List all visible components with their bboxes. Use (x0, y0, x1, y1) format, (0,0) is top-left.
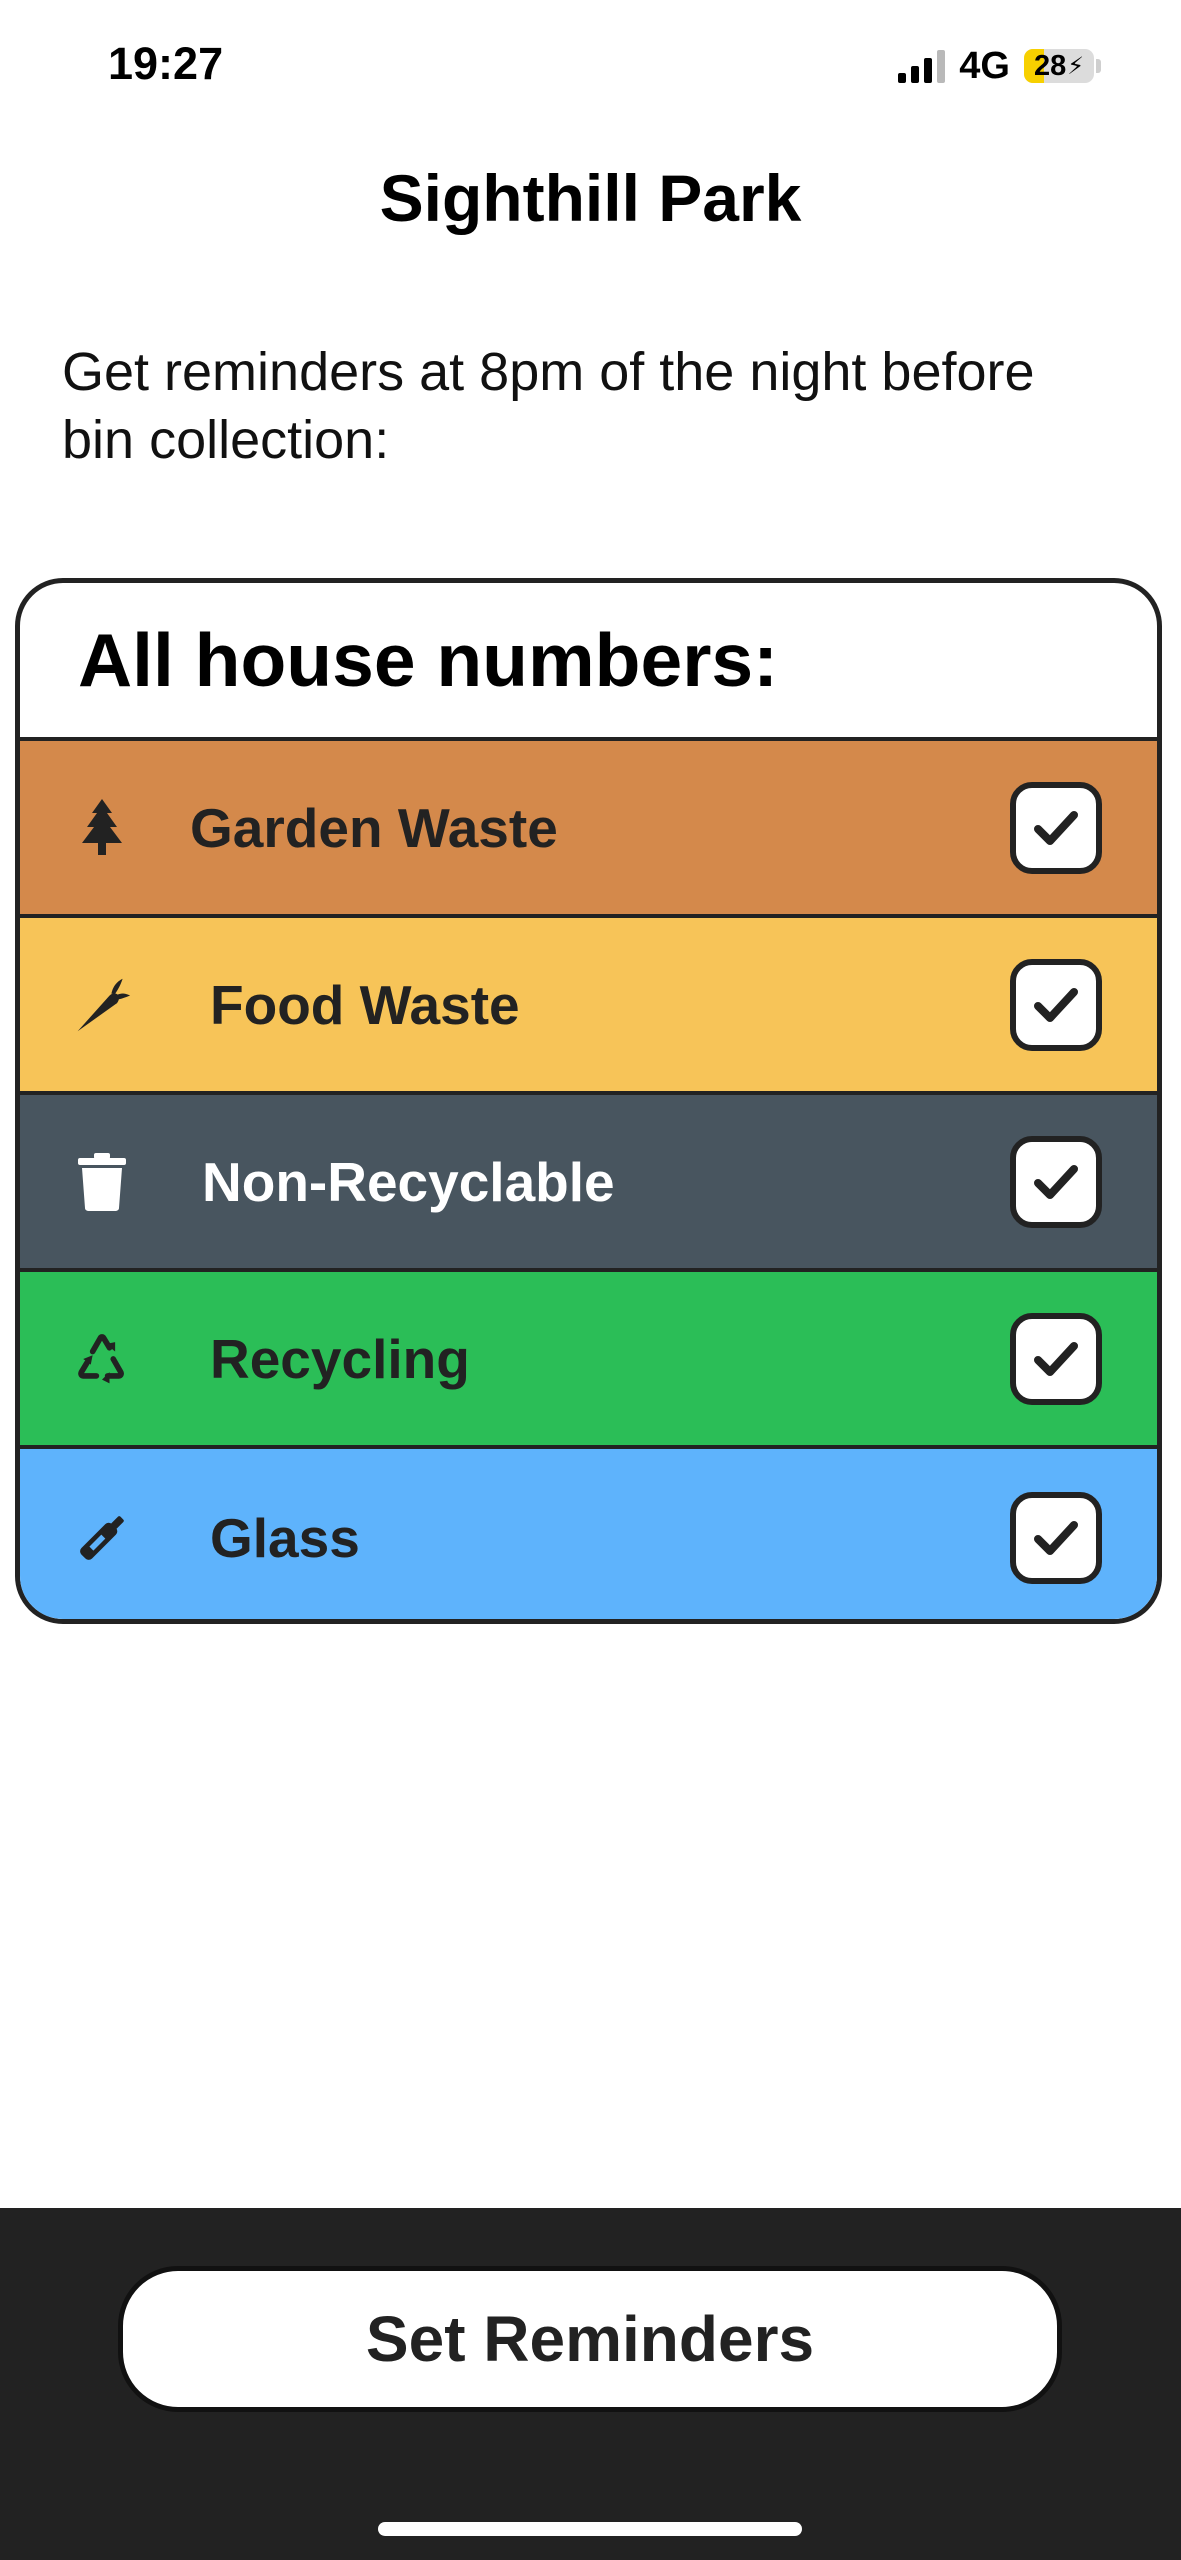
bin-row-glass[interactable]: Glass (20, 1449, 1157, 1619)
battery-level-text: 28 (1033, 49, 1067, 82)
checkbox-glass[interactable] (1010, 1491, 1102, 1584)
bin-row-food-waste[interactable]: Food Waste (20, 918, 1157, 1095)
bin-label: Non-Recyclable (202, 1150, 615, 1213)
network-type: 4G (959, 44, 1010, 87)
bottle-icon (72, 1503, 132, 1573)
card-header: All house numbers: (20, 583, 1157, 741)
check-icon (1034, 1164, 1078, 1199)
carrot-icon (72, 970, 132, 1040)
charging-bolt-icon: ⚡ (1067, 52, 1085, 80)
status-time: 19:27 (108, 38, 224, 89)
checkbox-recycling[interactable] (1010, 1312, 1102, 1405)
checkbox-non-recyclable[interactable] (1010, 1135, 1102, 1228)
battery-cap (1096, 59, 1101, 73)
recycle-icon (72, 1324, 132, 1394)
checkbox-garden-waste[interactable] (1010, 781, 1102, 874)
set-reminders-button[interactable]: Set Reminders (118, 2266, 1062, 2412)
bin-label: Garden Waste (190, 796, 558, 859)
check-icon (1034, 810, 1078, 845)
bin-row-recycling[interactable]: Recycling (20, 1272, 1157, 1449)
tree-icon (72, 793, 132, 863)
home-indicator (378, 2522, 802, 2536)
bin-label: Recycling (210, 1327, 470, 1390)
bin-row-garden-waste[interactable]: Garden Waste (20, 741, 1157, 918)
intro-text: Get reminders at 8pm of the night before… (62, 342, 1035, 470)
status-indicators: 4G 28 ⚡ (898, 44, 1101, 88)
bin-label: Glass (210, 1506, 360, 1569)
bin-label: Food Waste (210, 973, 520, 1036)
bin-card: All house numbers: Garden Waste Food Was… (15, 578, 1162, 1624)
signal-icon (898, 49, 946, 83)
status-bar: 19:27 4G 28 ⚡ (0, 0, 1181, 130)
bin-row-non-recyclable[interactable]: Non-Recyclable (20, 1095, 1157, 1272)
check-icon (1034, 1520, 1078, 1555)
check-icon (1034, 1341, 1078, 1376)
battery-icon: 28 ⚡ (1024, 49, 1094, 83)
checkbox-food-waste[interactable] (1010, 958, 1102, 1051)
trash-icon (72, 1147, 132, 1217)
check-icon (1034, 987, 1078, 1022)
battery-level: 28 ⚡ (1024, 49, 1094, 83)
bottom-bar: Set Reminders (0, 2208, 1181, 2560)
page-title: Sighthill Park (379, 161, 802, 235)
